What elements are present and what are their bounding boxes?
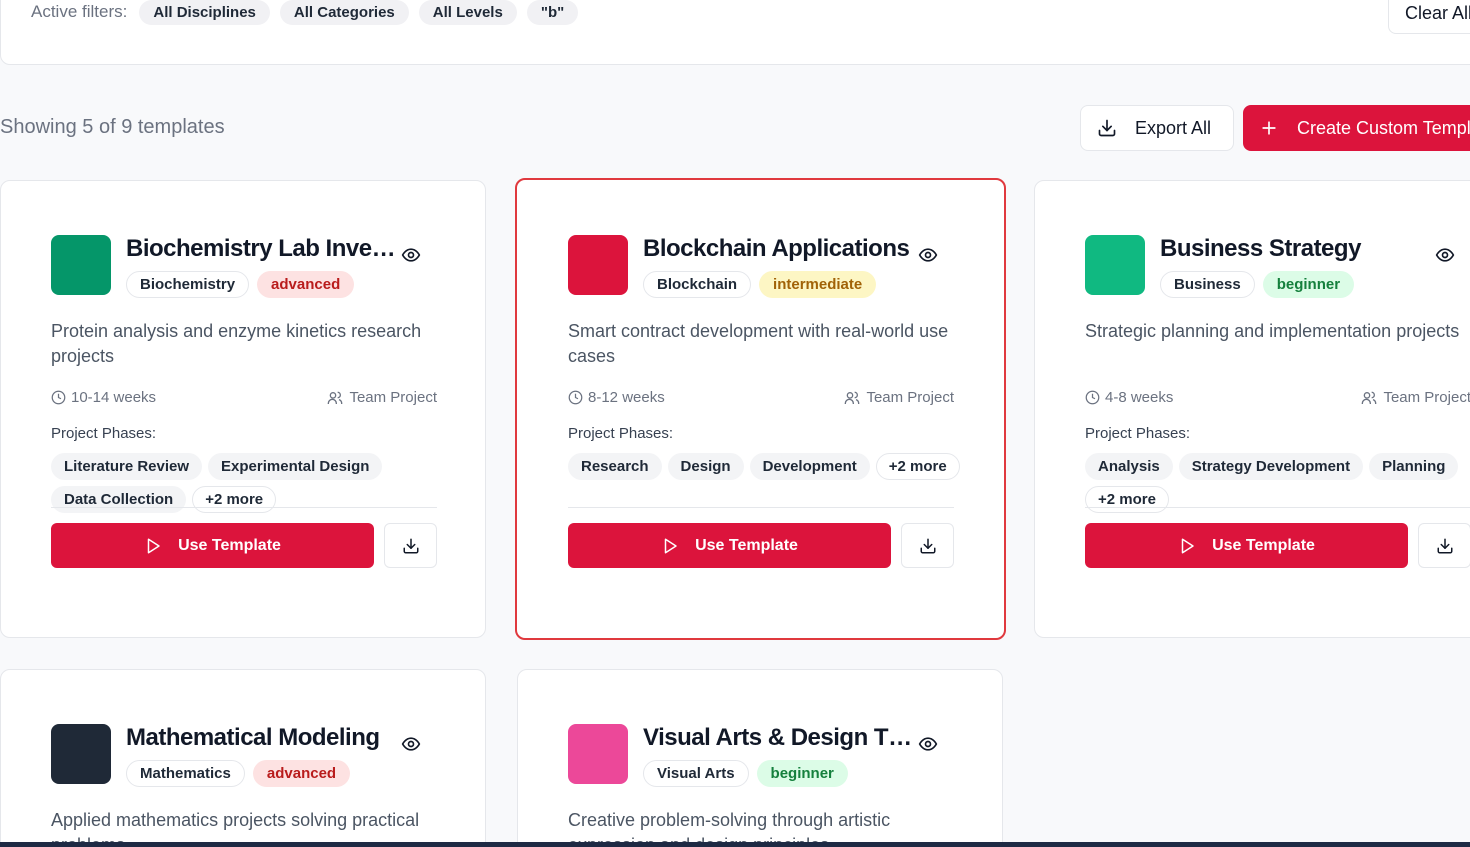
- phase-list: Literature Review Experimental Design Da…: [51, 453, 451, 513]
- template-thumbnail: [51, 724, 111, 784]
- team-type: Team Project: [349, 389, 437, 406]
- more-phases-tag[interactable]: +2 more: [1085, 486, 1169, 513]
- level-badge: beginner: [756, 760, 848, 787]
- filter-chip-disciplines[interactable]: All Disciplines: [139, 0, 270, 25]
- phase-tag: Strategy Development: [1178, 453, 1364, 480]
- level-badge: beginner: [1262, 271, 1355, 298]
- phase-list: Analysis Strategy Development Planning +…: [1085, 453, 1470, 513]
- download-template-button[interactable]: [384, 523, 437, 568]
- plus-icon: [1262, 121, 1276, 135]
- template-thumbnail: [1085, 235, 1145, 295]
- level-badge: advanced: [257, 271, 355, 298]
- create-custom-template-label: Create Custom Template: [1297, 117, 1470, 138]
- clock-icon: [51, 390, 66, 405]
- play-icon: [147, 538, 160, 553]
- download-icon: [1437, 538, 1452, 553]
- phases-label: Project Phases:: [1085, 425, 1191, 442]
- template-thumbnail: [51, 235, 111, 295]
- use-template-button[interactable]: Use Template: [51, 523, 374, 568]
- duration: 4-8 weeks: [1105, 389, 1174, 406]
- results-count: Showing 5 of 9 templates: [0, 116, 225, 138]
- phase-tag: Experimental Design: [208, 453, 383, 480]
- clock-icon: [1085, 390, 1100, 405]
- discipline-badge: Business: [1160, 271, 1255, 298]
- users-icon: [1362, 391, 1377, 404]
- use-template-button[interactable]: Use Template: [568, 523, 891, 568]
- filter-chip-search[interactable]: "b": [526, 0, 579, 25]
- use-template-label: Use Template: [1212, 536, 1315, 554]
- eye-icon[interactable]: [918, 734, 938, 754]
- team-type: Team Project: [866, 389, 954, 406]
- template-title: Visual Arts & Design Thinking: [643, 724, 913, 751]
- divider: [568, 507, 954, 508]
- discipline-badge: Visual Arts: [643, 760, 749, 787]
- create-custom-template-button[interactable]: Create Custom Template: [1243, 105, 1470, 151]
- template-description: Strategic planning and implementation pr…: [1085, 321, 1460, 341]
- phase-tag: Analysis: [1085, 453, 1173, 480]
- template-card-selected[interactable]: Blockchain Applications Blockchain inter…: [515, 178, 1006, 640]
- template-title: Mathematical Modeling: [126, 724, 380, 751]
- divider: [51, 507, 437, 508]
- discipline-badge: Mathematics: [126, 760, 245, 787]
- eye-icon[interactable]: [1435, 245, 1455, 265]
- discipline-badge: Blockchain: [643, 271, 752, 298]
- taskbar-strip: [0, 842, 1470, 847]
- use-template-label: Use Template: [695, 536, 798, 554]
- phase-tag: Data Collection: [51, 486, 187, 513]
- download-icon: [920, 538, 935, 553]
- level-badge: advanced: [252, 760, 351, 787]
- template-title: Business Strategy: [1160, 235, 1361, 262]
- filter-chip-categories[interactable]: All Categories: [279, 0, 409, 25]
- template-card[interactable]: Business Strategy Business beginner Stra…: [1034, 180, 1470, 638]
- clear-all-button[interactable]: Clear All: [1388, 0, 1470, 34]
- template-title: Blockchain Applications: [643, 235, 910, 262]
- level-badge: intermediate: [759, 271, 877, 298]
- template-title: Biochemistry Lab Investigations: [126, 235, 396, 262]
- download-template-button[interactable]: [1418, 523, 1470, 568]
- eye-icon[interactable]: [918, 245, 938, 265]
- duration: 10-14 weeks: [71, 389, 157, 406]
- phase-tag: Planning: [1369, 453, 1459, 480]
- duration: 8-12 weeks: [588, 389, 665, 406]
- users-icon: [845, 391, 860, 404]
- phase-tag: Development: [749, 453, 870, 480]
- more-phases-tag[interactable]: +2 more: [192, 486, 277, 513]
- template-card[interactable]: Visual Arts & Design Thinking Visual Art…: [517, 669, 1003, 847]
- download-template-button[interactable]: [901, 523, 954, 568]
- export-all-label: Export All: [1135, 117, 1212, 138]
- eye-icon[interactable]: [401, 734, 421, 754]
- discipline-badge: Biochemistry: [126, 271, 250, 298]
- play-icon: [664, 538, 677, 553]
- clock-icon: [568, 390, 583, 405]
- divider: [1085, 507, 1470, 508]
- template-thumbnail: [568, 235, 628, 295]
- phase-list: Research Design Development +2 more: [568, 453, 968, 480]
- template-thumbnail: [568, 724, 628, 784]
- use-template-button[interactable]: Use Template: [1085, 523, 1408, 568]
- filter-chip-levels[interactable]: All Levels: [418, 0, 517, 25]
- team-type: Team Project: [1383, 389, 1470, 406]
- filters-label: Active filters:: [31, 2, 128, 21]
- play-icon: [1181, 538, 1194, 553]
- template-description: Protein analysis and enzyme kinetics res…: [51, 321, 422, 366]
- export-all-button[interactable]: Export All: [1080, 105, 1234, 151]
- phases-label: Project Phases:: [51, 425, 157, 442]
- active-filters: Active filters: All Disciplines All Cate…: [31, 0, 579, 25]
- phase-tag: Research: [568, 453, 662, 480]
- download-icon: [1098, 119, 1116, 137]
- phases-label: Project Phases:: [568, 425, 674, 442]
- phase-tag: Design: [667, 453, 744, 480]
- use-template-label: Use Template: [178, 536, 281, 554]
- template-card[interactable]: Biochemistry Lab Investigations Biochemi…: [0, 180, 486, 638]
- template-description: Smart contract development with real-wor…: [568, 321, 949, 366]
- users-icon: [328, 391, 343, 404]
- more-phases-tag[interactable]: +2 more: [875, 453, 960, 480]
- download-icon: [403, 538, 418, 553]
- phase-tag: Literature Review: [51, 453, 203, 480]
- eye-icon[interactable]: [401, 245, 421, 265]
- template-card[interactable]: Mathematical Modeling Mathematics advanc…: [0, 669, 486, 847]
